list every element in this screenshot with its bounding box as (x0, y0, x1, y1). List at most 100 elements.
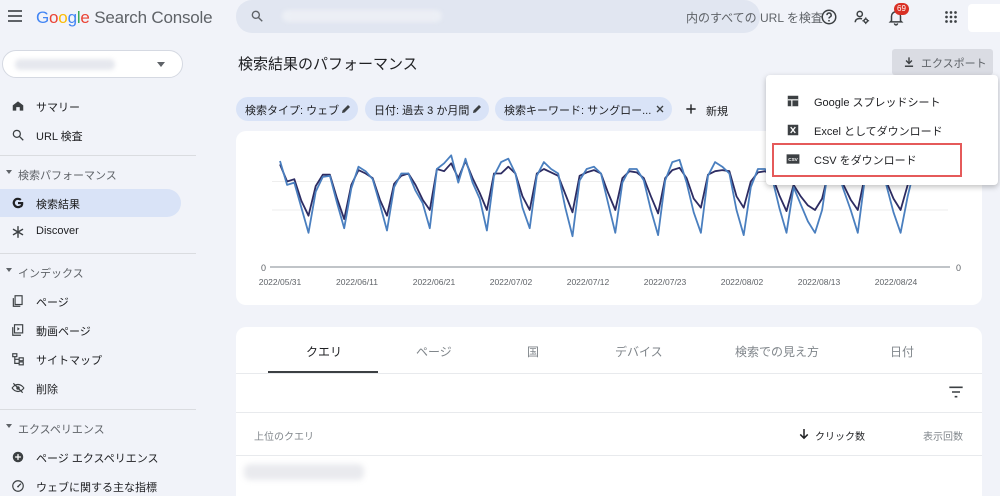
sidebar-item-page-experience[interactable]: ページ エクスペリエンス (0, 443, 181, 471)
asterisk-icon (12, 226, 24, 238)
apps-grid-icon[interactable] (942, 8, 960, 26)
page-title: 検索結果のパフォーマンス (238, 56, 418, 73)
sidebar-item-pages[interactable]: ページ (0, 287, 181, 315)
gauge-icon (12, 480, 24, 492)
x-tick-label: 2022/08/13 (798, 277, 841, 287)
sidebar-item-url-inspection[interactable]: URL 検査 (0, 121, 181, 149)
filter-chip-date[interactable]: 日付: 過去 3 か月間 (365, 97, 489, 121)
google-g-icon (12, 197, 24, 209)
url-inspect-search[interactable]: 内のすべての URL を検査 (236, 0, 823, 33)
video-page-icon (12, 324, 24, 336)
section-label: 検索パフォーマンス (18, 170, 117, 182)
export-button[interactable]: エクスポート (892, 49, 993, 75)
filter-chip-query[interactable]: 検索キーワード: サングロー... (495, 97, 672, 121)
home-icon (12, 101, 24, 111)
sidebar-item-label: ページ (36, 297, 69, 309)
plus-icon (686, 104, 696, 114)
search-icon (12, 129, 24, 141)
filter-chip-label: 日付: 過去 3 か月間 (374, 105, 470, 117)
sidebar-section-index[interactable]: インデックス (0, 262, 181, 282)
sidebar-item-label: 検索結果 (36, 199, 80, 211)
chevron-down-icon (157, 62, 165, 67)
pencil-icon[interactable] (340, 103, 352, 115)
row-divider (236, 455, 982, 456)
sidebar-item-sitemaps[interactable]: サイトマップ (0, 345, 181, 373)
property-name-blur (15, 59, 115, 70)
sort-arrow-down-icon[interactable] (799, 428, 809, 440)
sitemap-icon (12, 353, 24, 366)
pencil-icon[interactable] (471, 103, 483, 115)
filter-chip-label: 検索キーワード: サングロー... (504, 105, 652, 117)
add-filter-label: 新規 (706, 106, 728, 118)
sidebar-section-experience[interactable]: エクスペリエンス (0, 418, 181, 438)
filter-rows-icon[interactable] (948, 385, 964, 399)
search-icon[interactable] (250, 9, 264, 23)
user-settings-icon[interactable] (853, 8, 871, 26)
x-tick-label: 2022/06/21 (413, 277, 456, 287)
close-icon[interactable] (654, 103, 666, 115)
excel-icon (787, 124, 799, 136)
filter-chip-search-type[interactable]: 検索タイプ: ウェブ (236, 97, 358, 121)
x-tick-label: 2022/07/02 (490, 277, 533, 287)
x-tick-label: 2022/08/24 (875, 277, 918, 287)
sidebar-item-summary[interactable]: サマリー (0, 92, 181, 120)
property-blur (282, 10, 442, 22)
x-tick-label: 2022/07/12 (567, 277, 610, 287)
app-logo[interactable]: Google Search Console (36, 8, 213, 28)
help-icon[interactable] (820, 8, 838, 26)
tab-countries[interactable]: 国 (527, 343, 539, 360)
removal-icon (11, 382, 25, 394)
logo-product: Search Console (94, 8, 213, 27)
column-header-clicks[interactable]: クリック数 (815, 428, 865, 443)
x-tick-label: 2022/05/31 (259, 277, 302, 287)
sidebar-divider (0, 155, 196, 156)
menu-item-label: Excel としてダウンロード (814, 126, 943, 138)
column-header-query[interactable]: 上位のクエリ (254, 428, 314, 443)
tab-divider (236, 373, 982, 374)
sidebar-item-removals[interactable]: 削除 (0, 374, 181, 402)
x-tick-label: 2022/08/02 (721, 277, 764, 287)
download-excel[interactable]: Excel としてダウンロード (766, 116, 998, 144)
sidebar-item-discover[interactable]: Discover (0, 218, 181, 246)
csv-highlight-box (772, 143, 962, 177)
tab-devices[interactable]: デバイス (615, 343, 663, 360)
tab-search-appearance[interactable]: 検索での見え方 (735, 343, 819, 360)
sidebar: サマリー URL 検査 検索パフォーマンス 検索結果 Discover インデッ… (0, 36, 196, 496)
tab-queries[interactable]: クエリ (306, 343, 342, 360)
tab-pages[interactable]: ページ (416, 343, 452, 360)
sidebar-item-search-results[interactable]: 検索結果 (0, 189, 181, 217)
y-axis-left-label: 0 (261, 263, 266, 273)
export-to-google-sheets[interactable]: Google スプレッドシート (766, 87, 998, 115)
account-avatar[interactable] (968, 4, 1000, 32)
pages-icon (12, 295, 23, 307)
top-bar: Google Search Console 内のすべての URL を検査 69 (0, 0, 1000, 36)
property-selector[interactable] (2, 50, 183, 78)
tab-dates[interactable]: 日付 (890, 343, 914, 360)
sidebar-section-performance[interactable]: 検索パフォーマンス (0, 164, 181, 184)
sidebar-divider (0, 409, 196, 410)
sheets-icon (787, 95, 799, 107)
table-row[interactable] (244, 464, 364, 480)
menu-icon[interactable] (8, 10, 22, 24)
menu-item-label: Google スプレッドシート (814, 97, 941, 109)
x-tick-label: 2022/07/23 (644, 277, 687, 287)
sidebar-item-label: サマリー (36, 102, 80, 114)
sidebar-item-label: ページ エクスペリエンス (36, 453, 159, 465)
search-placeholder: 内のすべての URL を検査 (686, 11, 823, 25)
results-table: クエリ ページ 国 デバイス 検索での見え方 日付 上位のクエリ クリック数 表… (236, 327, 982, 496)
chevron-down-icon (6, 268, 12, 272)
y-axis-right-label: 0 (956, 263, 961, 273)
plus-circle-icon (12, 451, 24, 463)
filter-chip-label: 検索タイプ: ウェブ (245, 105, 340, 117)
sidebar-item-core-web-vitals[interactable]: ウェブに関する主な指標 (0, 472, 181, 496)
section-label: インデックス (18, 268, 84, 280)
column-header-impressions[interactable]: 表示回数 (923, 428, 963, 443)
sidebar-item-video-pages[interactable]: 動画ページ (0, 316, 181, 344)
download-icon (904, 57, 914, 67)
sidebar-item-label: サイトマップ (36, 355, 102, 367)
sidebar-item-label: 動画ページ (36, 326, 91, 338)
chevron-down-icon (6, 170, 12, 174)
sidebar-item-label: ウェブに関する主な指標 (36, 482, 157, 494)
chevron-down-icon (6, 424, 12, 428)
row-divider (236, 412, 982, 413)
